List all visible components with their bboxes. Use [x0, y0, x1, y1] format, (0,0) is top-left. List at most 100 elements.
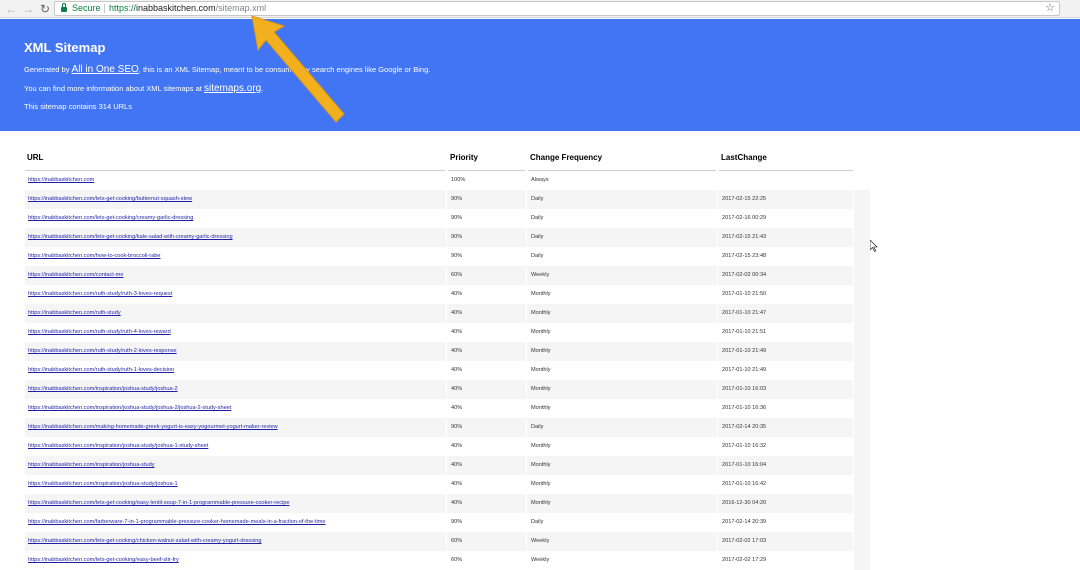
url-text[interactable]: https://inabbaskitchen.com/sitemap.xml: [109, 2, 266, 15]
more-info-suffix: .: [261, 84, 264, 93]
back-arrow-icon[interactable]: ←: [4, 2, 18, 16]
url-link[interactable]: https://inabbaskitchen.com/making-homema…: [28, 418, 278, 437]
table-row: https://inabbaskitchen.com/lets-get-cook…: [25, 532, 870, 551]
reload-icon[interactable]: ↻: [38, 2, 52, 16]
column-separator: [717, 304, 718, 323]
column-header-lastchange[interactable]: LastChange: [721, 153, 767, 162]
column-separator: [717, 171, 718, 190]
priority-cell: 40%: [451, 367, 463, 373]
table-row: https://inabbaskitchen.com/lets-get-cook…: [25, 551, 870, 570]
table-row: https://inabbaskitchen.com/farberware-7-…: [25, 513, 870, 532]
change-frequency-cell: Daily: [531, 519, 544, 525]
column-separator: [446, 323, 447, 342]
url-link[interactable]: https://inabbaskitchen.com/lets-get-cook…: [28, 494, 289, 513]
row-end-cell: [853, 209, 870, 228]
change-frequency-cell: Monthly: [531, 462, 551, 468]
column-separator: [446, 380, 447, 399]
change-frequency-cell: Monthly: [531, 291, 551, 297]
change-frequency-cell: Daily: [531, 196, 544, 202]
table-header: URL Priority Change Frequency LastChange: [25, 144, 870, 171]
more-info-line: You can find more information about XML …: [24, 83, 263, 94]
priority-cell: 40%: [451, 386, 463, 392]
url-link[interactable]: https://inabbaskitchen.com/inspiration/j…: [28, 399, 231, 418]
url-link[interactable]: https://inabbaskitchen.com/contact-me: [28, 266, 123, 285]
column-separator: [446, 247, 447, 266]
table-row: https://inabbaskitchen.com/inspiration/j…: [25, 399, 870, 418]
sitemap-table: URL Priority Change Frequency LastChange…: [25, 144, 870, 570]
url-link[interactable]: https://inabbaskitchen.com/inspiration/j…: [28, 380, 178, 399]
column-separator: [526, 323, 527, 342]
column-separator: [717, 380, 718, 399]
table-row: https://inabbaskitchen.com/ruth-study/ru…: [25, 323, 870, 342]
table-row: https://inabbaskitchen.com/ruth-study 40%…: [25, 304, 870, 323]
table-row: https://inabbaskitchen.com/lets-get-cook…: [25, 209, 870, 228]
column-separator: [526, 494, 527, 513]
column-separator: [526, 190, 527, 209]
lastchange-cell: 2017-01-10 16:32: [722, 443, 767, 449]
column-separator: [526, 475, 527, 494]
row-end-cell: [853, 361, 870, 380]
url-link[interactable]: https://inabbaskitchen.com/ruth-study: [28, 304, 121, 323]
column-separator: [526, 285, 527, 304]
url-link[interactable]: https://inabbaskitchen.com/how-to-cook-b…: [28, 247, 160, 266]
lastchange-cell: 2016-12-30 04:20: [722, 500, 767, 506]
table-row: https://inabbaskitchen.com/ruth-study/ru…: [25, 361, 870, 380]
column-header-change-frequency[interactable]: Change Frequency: [530, 153, 602, 162]
url-link[interactable]: https://inabbaskitchen.com/inspiration/j…: [28, 437, 208, 456]
column-separator: [446, 532, 447, 551]
column-separator: [717, 285, 718, 304]
column-header-priority[interactable]: Priority: [450, 153, 478, 162]
column-separator: [717, 494, 718, 513]
lastchange-cell: 2017-02-02 17:29: [722, 557, 767, 563]
url-link[interactable]: https://inabbaskitchen.com/inspiration/j…: [28, 475, 178, 494]
column-separator: [717, 228, 718, 247]
bookmark-star-icon[interactable]: ☆: [1045, 2, 1055, 15]
column-separator: [446, 285, 447, 304]
priority-cell: 40%: [451, 329, 463, 335]
sitemaps-org-link[interactable]: sitemaps.org: [204, 83, 261, 94]
url-link[interactable]: https://inabbaskitchen.com/farberware-7-…: [28, 513, 326, 532]
url-link[interactable]: https://inabbaskitchen.com/ruth-study/ru…: [28, 285, 172, 304]
column-separator: [717, 342, 718, 361]
column-separator: [526, 399, 527, 418]
column-separator: [526, 437, 527, 456]
url-link[interactable]: https://inabbaskitchen.com/lets-get-cook…: [28, 551, 179, 570]
column-separator: [717, 209, 718, 228]
all-in-one-seo-link[interactable]: All in One SEO: [72, 64, 139, 75]
url-link[interactable]: https://inabbaskitchen.com/lets-get-cook…: [28, 532, 262, 551]
lastchange-cell: 2017-02-15 21:43: [722, 234, 767, 240]
url-link[interactable]: https://inabbaskitchen.com/lets-get-cook…: [28, 190, 192, 209]
row-end-cell: [853, 190, 870, 209]
column-separator: [526, 266, 527, 285]
column-header-url[interactable]: URL: [27, 153, 43, 162]
lastchange-cell: 2017-02-14 20:35: [722, 424, 767, 430]
url-link[interactable]: https://inabbaskitchen.com/ruth-study/ru…: [28, 323, 171, 342]
lastchange-cell: 2017-01-10 16:04: [722, 462, 767, 468]
url-link[interactable]: https://inabbaskitchen.com/ruth-study/ru…: [28, 342, 177, 361]
column-separator: [526, 380, 527, 399]
row-end-cell: [853, 456, 870, 475]
row-end-cell: [853, 285, 870, 304]
url-link[interactable]: https://inabbaskitchen.com/lets-get-cook…: [28, 209, 193, 228]
change-frequency-cell: Monthly: [531, 405, 551, 411]
lock-icon: [61, 3, 67, 12]
column-separator: [446, 456, 447, 475]
url-link[interactable]: https://inabbaskitchen.com/ruth-study/ru…: [28, 361, 174, 380]
address-bar[interactable]: Secure https://inabbaskitchen.com/sitema…: [54, 1, 1060, 16]
url-link[interactable]: https://inabbaskitchen.com: [28, 171, 94, 190]
change-frequency-cell: Monthly: [531, 443, 551, 449]
column-separator: [446, 228, 447, 247]
forward-arrow-icon[interactable]: →: [21, 2, 35, 16]
row-end-cell: [853, 304, 870, 323]
priority-cell: 60%: [451, 557, 463, 563]
column-separator: [717, 551, 718, 570]
column-separator: [446, 437, 447, 456]
column-separator: [446, 304, 447, 323]
lastchange-cell: 2017-02-15 23:48: [722, 253, 767, 259]
lastchange-cell: 2017-01-10 21:47: [722, 310, 767, 316]
table-row: https://inabbaskitchen.com/lets-get-cook…: [25, 190, 870, 209]
url-link[interactable]: https://inabbaskitchen.com/inspiration/j…: [28, 456, 155, 475]
priority-cell: 40%: [451, 348, 463, 354]
table-body: https://inabbaskitchen.com 100% Always http…: [25, 171, 870, 570]
url-link[interactable]: https://inabbaskitchen.com/lets-get-cook…: [28, 228, 233, 247]
